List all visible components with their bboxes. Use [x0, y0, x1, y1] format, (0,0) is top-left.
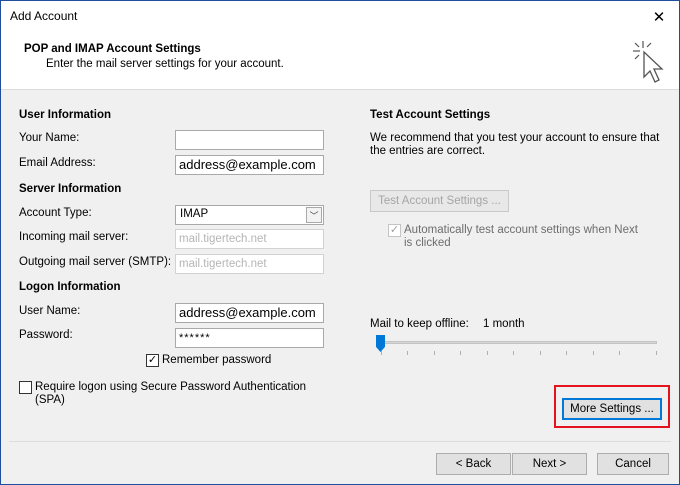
slider-tick: [487, 351, 488, 355]
close-button[interactable]: ✕: [639, 1, 679, 32]
user-information-heading: User Information: [19, 109, 112, 121]
close-icon: ✕: [652, 8, 666, 26]
slider-tick: [513, 351, 514, 355]
logon-information-heading: Logon Information: [19, 281, 121, 293]
slider-tick: [566, 351, 567, 355]
account-type-select[interactable]: IMAP ﹀: [175, 205, 324, 225]
auto-test-label-line1: Automatically test account settings when…: [404, 224, 638, 236]
slider-tick: [540, 351, 541, 355]
title-bar: Add Account ✕: [1, 1, 679, 32]
remember-password-label: Remember password: [162, 354, 272, 366]
email-address-field[interactable]: address@example.com: [175, 155, 324, 175]
test-description-line2: the entries are correct.: [370, 145, 486, 157]
mail-offline-slider-track[interactable]: [380, 341, 657, 344]
outgoing-server-label: Outgoing mail server (SMTP):: [19, 256, 172, 268]
your-name-field[interactable]: [175, 130, 324, 150]
test-description-line1: We recommend that you test your account …: [370, 132, 660, 144]
mail-offline-label: Mail to keep offline:: [370, 318, 469, 330]
slider-tick: [460, 351, 461, 355]
spa-label-line2: (SPA): [35, 394, 65, 406]
header-subtitle: Enter the mail server settings for your …: [46, 58, 284, 70]
auto-test-label-line2: is clicked: [404, 237, 451, 249]
cancel-button[interactable]: Cancel: [597, 453, 669, 475]
slider-tick: [593, 351, 594, 355]
user-name-label: User Name:: [19, 305, 81, 317]
test-account-heading: Test Account Settings: [370, 109, 491, 121]
slider-tick: [407, 351, 408, 355]
slider-tick: [381, 351, 382, 355]
add-account-dialog: Add Account ✕ POP and IMAP Account Setti…: [0, 0, 680, 485]
footer-divider: [9, 441, 671, 442]
back-button[interactable]: < Back: [436, 453, 511, 475]
spa-label-line1: Require logon using Secure Password Auth…: [35, 381, 307, 393]
cursor-click-icon: [633, 41, 664, 83]
slider-tick: [619, 351, 620, 355]
incoming-server-field[interactable]: mail.tigertech.net: [175, 229, 324, 249]
auto-test-checkbox[interactable]: ✓: [388, 224, 401, 237]
mail-offline-value: 1 month: [483, 318, 525, 330]
server-information-heading: Server Information: [19, 183, 122, 195]
outgoing-server-field[interactable]: mail.tigertech.net: [175, 254, 324, 274]
password-field[interactable]: ******: [175, 328, 324, 348]
account-type-value: IMAP: [180, 208, 209, 220]
account-type-label: Account Type:: [19, 207, 92, 219]
slider-tick: [656, 351, 657, 355]
email-address-label: Email Address:: [19, 157, 96, 169]
user-name-field[interactable]: address@example.com: [175, 303, 324, 323]
header-title: POP and IMAP Account Settings: [24, 43, 201, 55]
next-button[interactable]: Next >: [512, 453, 587, 475]
dialog-header: POP and IMAP Account Settings Enter the …: [1, 32, 679, 90]
slider-tick: [434, 351, 435, 355]
incoming-server-label: Incoming mail server:: [19, 231, 129, 243]
checkmark-icon: ✓: [147, 354, 158, 366]
window-title: Add Account: [10, 9, 78, 23]
password-label: Password:: [19, 329, 73, 341]
remember-password-checkbox[interactable]: ✓: [146, 354, 159, 367]
test-account-settings-button[interactable]: Test Account Settings ...: [370, 190, 509, 212]
spa-checkbox[interactable]: [19, 381, 32, 394]
your-name-label: Your Name:: [19, 132, 80, 144]
more-settings-button[interactable]: More Settings ...: [562, 398, 662, 420]
chevron-down-icon[interactable]: ﹀: [306, 207, 322, 223]
checkmark-icon: ✓: [389, 224, 400, 236]
mail-offline-slider-thumb[interactable]: [376, 335, 385, 352]
